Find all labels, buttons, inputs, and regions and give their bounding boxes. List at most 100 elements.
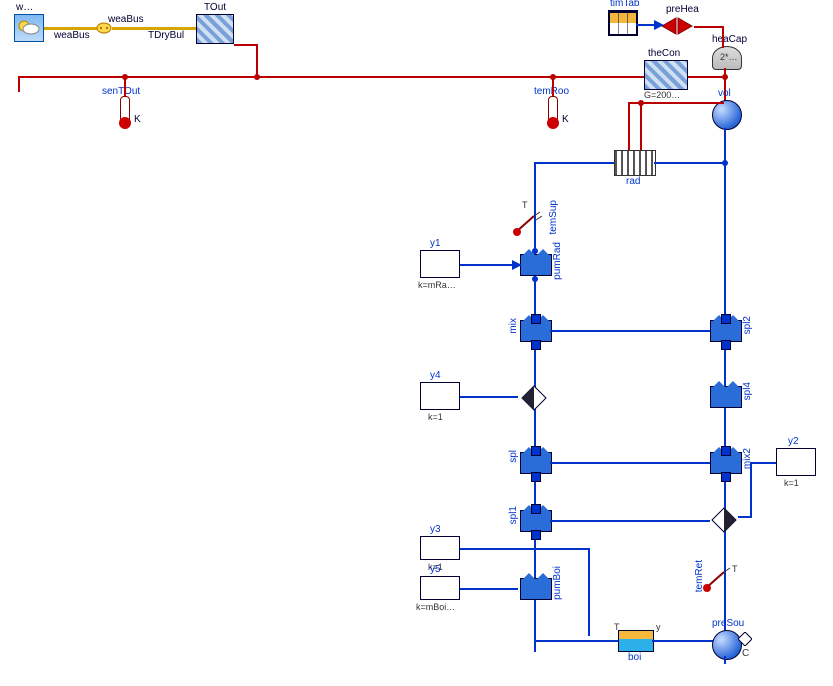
wire-y3a: [460, 548, 590, 550]
temroo-thermo[interactable]: [548, 96, 558, 124]
wire-y1: [460, 264, 518, 266]
boi-label: boi: [628, 652, 641, 663]
y1-arrow-icon: [512, 260, 522, 270]
y4-block[interactable]: [420, 382, 460, 410]
thecon-block[interactable]: [644, 60, 688, 90]
port: [721, 472, 731, 482]
wire-r4: [688, 76, 722, 78]
y1-k: k=mRa…: [418, 280, 456, 290]
wire-r1: [234, 44, 258, 46]
valve-right[interactable]: [710, 506, 738, 534]
thecon-label: theCon: [648, 48, 680, 59]
boi-block[interactable]: [618, 630, 654, 652]
pipe-h-mix-spl2: [550, 330, 710, 332]
thecon-param: G=200…: [644, 90, 680, 100]
port: [531, 446, 541, 456]
prehea-label: preHea: [666, 4, 699, 15]
heacap-label: heaCap: [712, 34, 747, 45]
y3-block[interactable]: [420, 536, 460, 560]
pipe-to-rad-right: [654, 162, 726, 164]
weather-title: w…: [16, 2, 33, 13]
node-pumrad-b: [532, 276, 538, 282]
tout-label: TOut: [204, 2, 226, 13]
port: [721, 314, 731, 324]
port: [531, 530, 541, 540]
presou-port: C: [742, 648, 749, 659]
spl-label: spl: [508, 450, 519, 463]
y1-block[interactable]: [420, 250, 460, 278]
pipe-h-spl-mix2: [550, 462, 710, 464]
temsup-label: temSup: [548, 200, 559, 234]
y3-label: y3: [430, 524, 441, 535]
port: [531, 504, 541, 514]
wire-r-leftdown: [18, 76, 20, 92]
y4-label: y4: [430, 370, 441, 381]
wire-rad-r1: [628, 104, 630, 150]
wire-y5: [460, 588, 518, 590]
wire-y4: [460, 396, 518, 398]
wire-rad-r2: [640, 104, 642, 150]
sentout-thermo[interactable]: [120, 96, 130, 124]
tdrybul-label: TDryBul: [148, 30, 184, 41]
temret-T: T: [732, 564, 738, 574]
y2-label: y2: [788, 436, 799, 447]
spl4-block[interactable]: [710, 386, 742, 408]
valve-left[interactable]: [520, 384, 548, 412]
wire-r6: [694, 26, 724, 28]
port: [531, 340, 541, 350]
prehea-icon[interactable]: [660, 16, 694, 36]
wire-y3b: [588, 548, 590, 636]
pipe-left-end: [534, 640, 536, 652]
port: [721, 340, 731, 350]
rad-block[interactable]: [614, 150, 656, 176]
node-r-radtop: [638, 100, 644, 106]
vol-block[interactable]: [712, 100, 742, 130]
node-r2: [722, 74, 728, 80]
weabus-label-2: weaBus: [108, 14, 144, 25]
pumboi-label: pumBoi: [552, 566, 563, 600]
weabus-label-1: weaBus: [54, 30, 90, 41]
y5-block[interactable]: [420, 576, 460, 600]
sentout-unit: K: [134, 114, 141, 125]
temret-label: temRet: [694, 560, 705, 592]
pumboi-block[interactable]: [520, 578, 552, 600]
heacap-param: 2*…: [720, 52, 738, 62]
y5-label: y5: [430, 564, 441, 575]
pipe-h-spl1-valve: [550, 520, 710, 522]
wire-y2b: [750, 462, 752, 518]
temroo-unit: K: [562, 114, 569, 125]
node-b-top-right: [722, 160, 728, 166]
presou-label: preSou: [712, 618, 744, 629]
temsup-T: T: [522, 200, 528, 210]
temret-icon[interactable]: [702, 566, 732, 592]
pumrad-label: pumRad: [552, 242, 563, 280]
mix-label: mix: [508, 318, 519, 334]
pipe-boi-left: [534, 640, 618, 642]
temsup-icon[interactable]: [512, 210, 542, 236]
wire-r2: [256, 44, 258, 78]
presou-port-icon: [738, 632, 752, 646]
node-pumrad-t: [532, 248, 538, 254]
spl1-label: spl1: [508, 506, 519, 524]
y4-k: k=1: [428, 412, 443, 422]
y2-k: k=1: [784, 478, 799, 488]
wire-r7: [722, 26, 724, 48]
port: [531, 314, 541, 324]
pipe-to-rad-left: [534, 162, 614, 164]
rad-label: rad: [626, 176, 640, 187]
spl4-label: spl4: [742, 382, 753, 400]
presou-tail: [724, 656, 726, 664]
y5-k: k=mBoi…: [416, 602, 455, 612]
tout-block[interactable]: [196, 14, 234, 44]
boi-y: y: [656, 622, 661, 632]
pumrad-block[interactable]: [520, 254, 552, 276]
wire-y2a: [750, 462, 776, 464]
timtab-block[interactable]: [608, 10, 638, 36]
y2-block[interactable]: [776, 448, 816, 476]
boi-T: T: [614, 622, 620, 632]
node-r-troo: [550, 74, 556, 80]
weather-icon: [17, 17, 41, 37]
arrow-icon: [654, 20, 664, 30]
node-r-sen: [122, 74, 128, 80]
y1-label: y1: [430, 238, 441, 249]
